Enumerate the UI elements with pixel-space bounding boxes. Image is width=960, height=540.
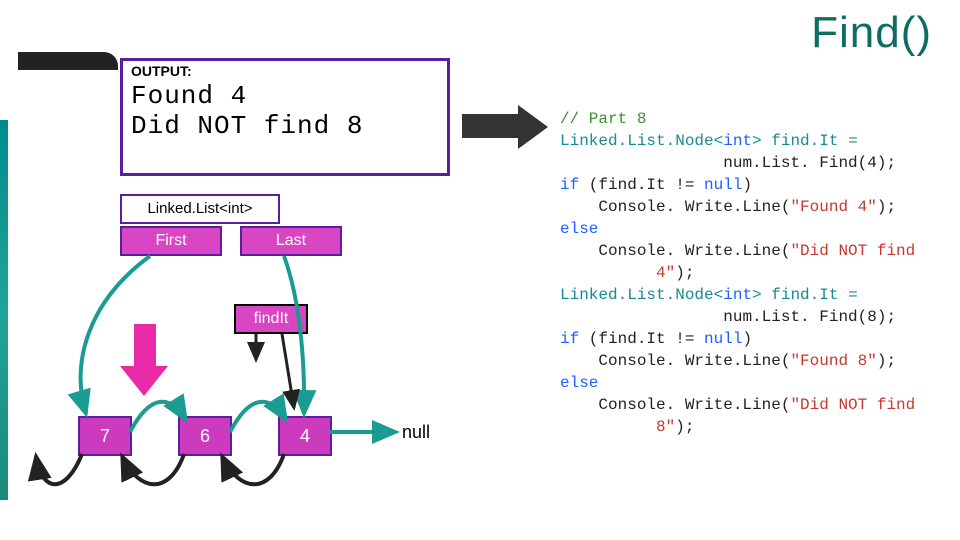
output-box: OUTPUT: Found 4 Did NOT find 8 [120, 58, 450, 176]
findit-box: findIt [234, 304, 308, 334]
code-block: // Part 8 Linked.List.Node<int> find.It … [560, 86, 950, 438]
arrow-to-code-head [518, 105, 548, 149]
node-7: 7 [78, 416, 132, 456]
last-property: Last [240, 226, 342, 256]
output-label: OUTPUT: [131, 63, 437, 79]
node-4: 4 [278, 416, 332, 456]
node-6: 6 [178, 416, 232, 456]
arrow-to-code [462, 114, 518, 138]
linkedlist-class-box: Linked.List<int> [120, 194, 280, 224]
output-text: Found 4 Did NOT find 8 [131, 81, 437, 141]
first-arrow-icon [120, 322, 166, 402]
slide-title: Find() [811, 8, 932, 58]
first-property: First [120, 226, 222, 256]
corner-shape [18, 52, 118, 74]
null-label: null [402, 422, 430, 443]
accent-bar [0, 120, 8, 500]
